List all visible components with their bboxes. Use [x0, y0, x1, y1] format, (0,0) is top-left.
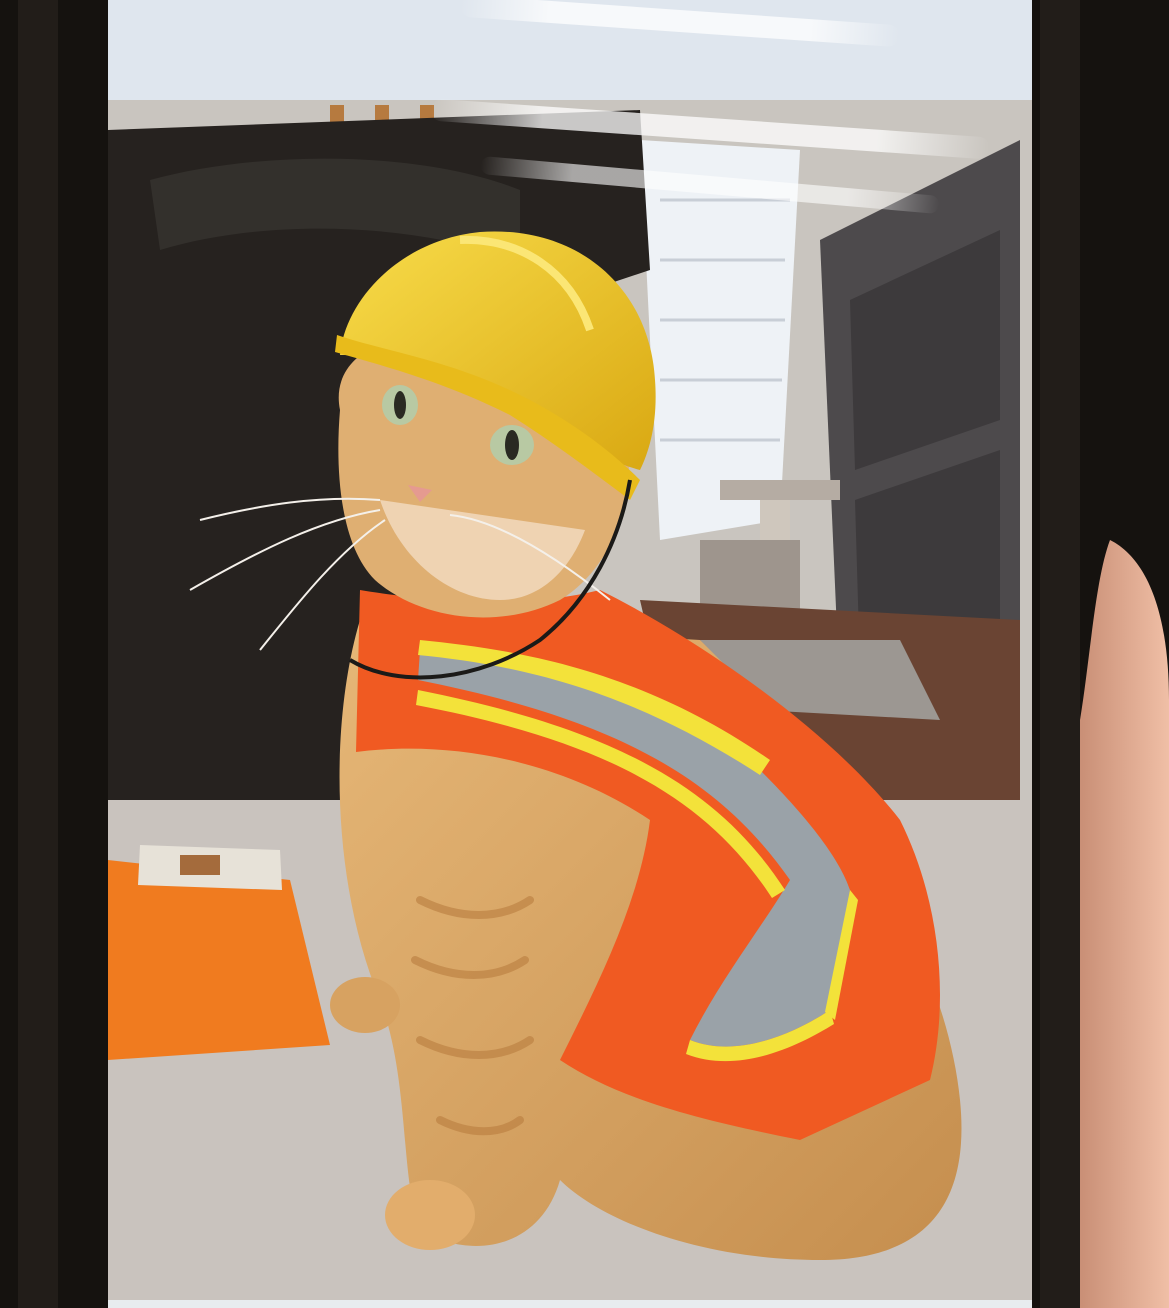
cat-left-paw	[330, 977, 400, 1033]
phone-photo-scene	[0, 0, 1169, 1308]
dog-sticker	[180, 855, 220, 875]
cat-front-paw	[385, 1180, 475, 1250]
hand	[1080, 540, 1169, 1308]
